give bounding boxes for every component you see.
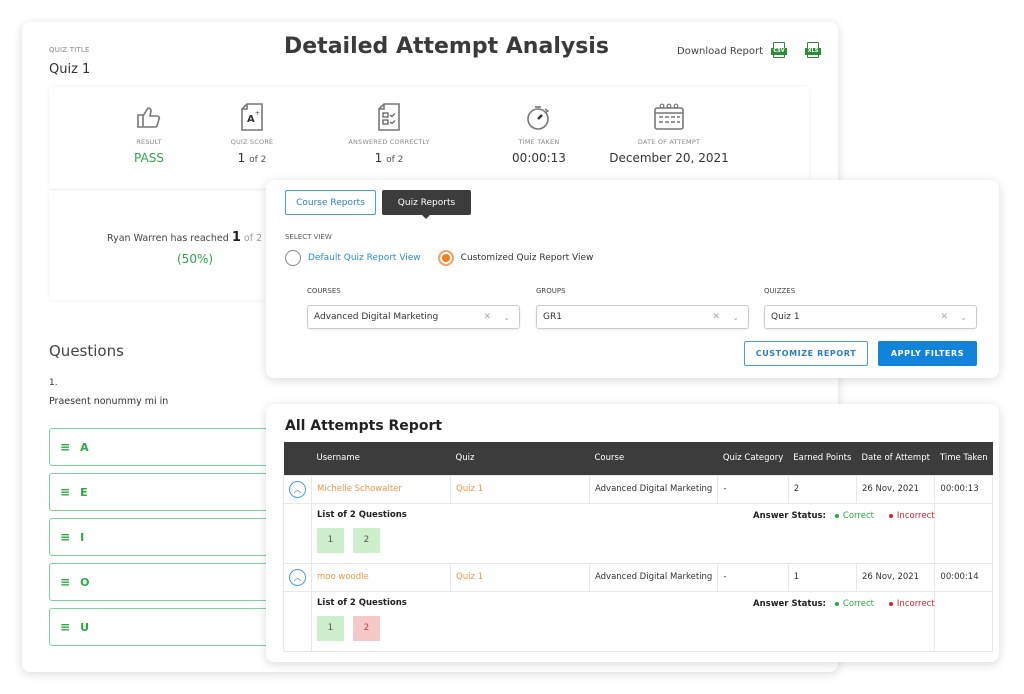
result-value: PASS xyxy=(134,151,164,165)
tab-course-reports[interactable]: Course Reports xyxy=(285,190,376,215)
answer-status-legend: Answer Status: Correct Incorrect xyxy=(753,511,935,521)
groups-label: GROUPS xyxy=(536,287,566,295)
stopwatch-icon xyxy=(499,102,579,132)
quiz-link[interactable]: Quiz 1 xyxy=(450,474,590,504)
svg-text:A: A xyxy=(247,114,255,125)
view-radio-group: Default Quiz Report View Customized Quiz… xyxy=(285,250,593,266)
clear-icon[interactable]: ✕ xyxy=(940,312,948,322)
thumbs-up-icon xyxy=(114,102,184,132)
clear-icon[interactable]: ✕ xyxy=(712,312,720,322)
courses-label: COURSES xyxy=(307,287,341,295)
calendar-icon xyxy=(609,102,729,132)
incorrect-dot-icon xyxy=(888,601,893,606)
quizzes-select[interactable]: Quiz 1 ✕ ⌄ xyxy=(764,305,977,329)
all-attempts-report-card: All Attempts Report Username Quiz Course… xyxy=(266,404,999,662)
clear-icon[interactable]: ✕ xyxy=(483,312,491,322)
col-username[interactable]: Username xyxy=(311,442,451,475)
drag-handle-icon[interactable]: ≡ xyxy=(60,440,70,454)
stat-answered-correctly: ANSWERED CORRECTLY 1 of 2 xyxy=(339,102,439,165)
table-row: ︿ Michelle Schowalter Quiz 1 Advanced Di… xyxy=(283,474,994,504)
correct-dot-icon xyxy=(834,601,839,606)
answer-status-legend: Answer Status: Correct Incorrect xyxy=(753,599,935,609)
quiz-link[interactable]: Quiz 1 xyxy=(450,562,590,592)
col-date-of-attempt[interactable]: Date of Attempt xyxy=(856,442,935,475)
question-badge-correct[interactable]: 1 xyxy=(317,615,344,641)
courses-select[interactable]: Advanced Digital Marketing ✕ ⌄ xyxy=(307,305,520,329)
quiz-title-label: QUIZ TITLE xyxy=(49,46,90,54)
question-badge-correct[interactable]: 2 xyxy=(353,527,380,553)
stat-quiz-score: A + QUIZ SCORE 1 of 2 xyxy=(217,102,287,165)
question-badge-correct[interactable]: 1 xyxy=(317,527,344,553)
download-report: Download Report CSV XLS xyxy=(677,42,822,60)
default-view-label[interactable]: Default Quiz Report View xyxy=(308,253,421,263)
groups-select[interactable]: GR1 ✕ ⌄ xyxy=(536,305,749,329)
radio-customized-view[interactable] xyxy=(437,250,454,266)
answered-correctly-icon xyxy=(339,102,439,132)
apply-filters-button[interactable]: APPLY FILTERS xyxy=(878,341,977,366)
tab-quiz-reports[interactable]: Quiz Reports xyxy=(382,190,471,219)
report-title: All Attempts Report xyxy=(285,418,443,434)
chevron-down-icon[interactable]: ⌄ xyxy=(960,313,967,322)
username-link[interactable]: moo woodle xyxy=(311,562,451,592)
stats-panel: RESULT PASS A + QUIZ SCORE 1 of 2 ANSWERE… xyxy=(49,87,809,189)
incorrect-dot-icon xyxy=(888,513,893,518)
svg-text:+: + xyxy=(255,110,260,117)
radio-default-view[interactable] xyxy=(285,250,301,266)
table-header: Username Quiz Course Quiz Category Earne… xyxy=(283,442,993,475)
question-number: 1. xyxy=(49,378,58,388)
report-filters-card: Course Reports Quiz Reports SELECT VIEW … xyxy=(266,180,999,378)
quizzes-label: QUIZZES xyxy=(764,287,796,295)
username-link[interactable]: Michelle Schowalter xyxy=(311,474,451,504)
collapse-row-icon[interactable]: ︿ xyxy=(289,480,306,498)
question-text: Praesent nonummy mi in xyxy=(49,396,169,407)
collapse-row-icon[interactable]: ︿ xyxy=(289,568,306,586)
points-value: 1 xyxy=(231,230,241,245)
chevron-down-icon[interactable]: ⌄ xyxy=(732,313,739,322)
col-quiz[interactable]: Quiz xyxy=(450,442,590,475)
col-time-taken[interactable]: Time Taken xyxy=(934,442,993,475)
quiz-title: Quiz 1 xyxy=(49,62,91,77)
select-view-label: SELECT VIEW xyxy=(285,233,332,241)
correct-dot-icon xyxy=(834,513,839,518)
col-course[interactable]: Course xyxy=(589,442,718,475)
drag-handle-icon[interactable]: ≡ xyxy=(60,485,70,499)
customized-view-label[interactable]: Customized Quiz Report View xyxy=(461,253,594,263)
attempts-table: Username Quiz Course Quiz Category Earne… xyxy=(283,442,994,652)
points-percent: (50%) xyxy=(177,252,214,266)
drag-handle-icon[interactable]: ≡ xyxy=(60,530,70,544)
stat-result: RESULT PASS xyxy=(114,102,184,165)
drag-handle-icon[interactable]: ≡ xyxy=(60,575,70,589)
xls-download-icon[interactable]: XLS xyxy=(805,42,822,60)
download-label: Download Report xyxy=(677,45,764,57)
page-title: Detailed Attempt Analysis xyxy=(284,34,609,59)
customize-report-button[interactable]: CUSTOMIZE REPORT xyxy=(744,341,868,366)
stat-time-taken: TIME TAKEN 00:00:13 xyxy=(499,102,579,165)
question-badge-incorrect[interactable]: 2 xyxy=(353,615,380,641)
col-quiz-category[interactable]: Quiz Category xyxy=(717,442,789,475)
stat-date-of-attempt: DATE OF ATTEMPT December 20, 2021 xyxy=(609,102,729,165)
csv-download-icon[interactable]: CSV xyxy=(771,42,788,60)
questions-heading: Questions xyxy=(49,342,124,360)
col-earned-points[interactable]: Earned Points xyxy=(788,442,857,475)
chevron-down-icon[interactable]: ⌄ xyxy=(503,313,510,322)
quiz-score-icon: A + xyxy=(217,102,287,132)
drag-handle-icon[interactable]: ≡ xyxy=(60,620,70,634)
table-row: ︿ moo woodle Quiz 1 Advanced Digital Mar… xyxy=(283,562,994,592)
